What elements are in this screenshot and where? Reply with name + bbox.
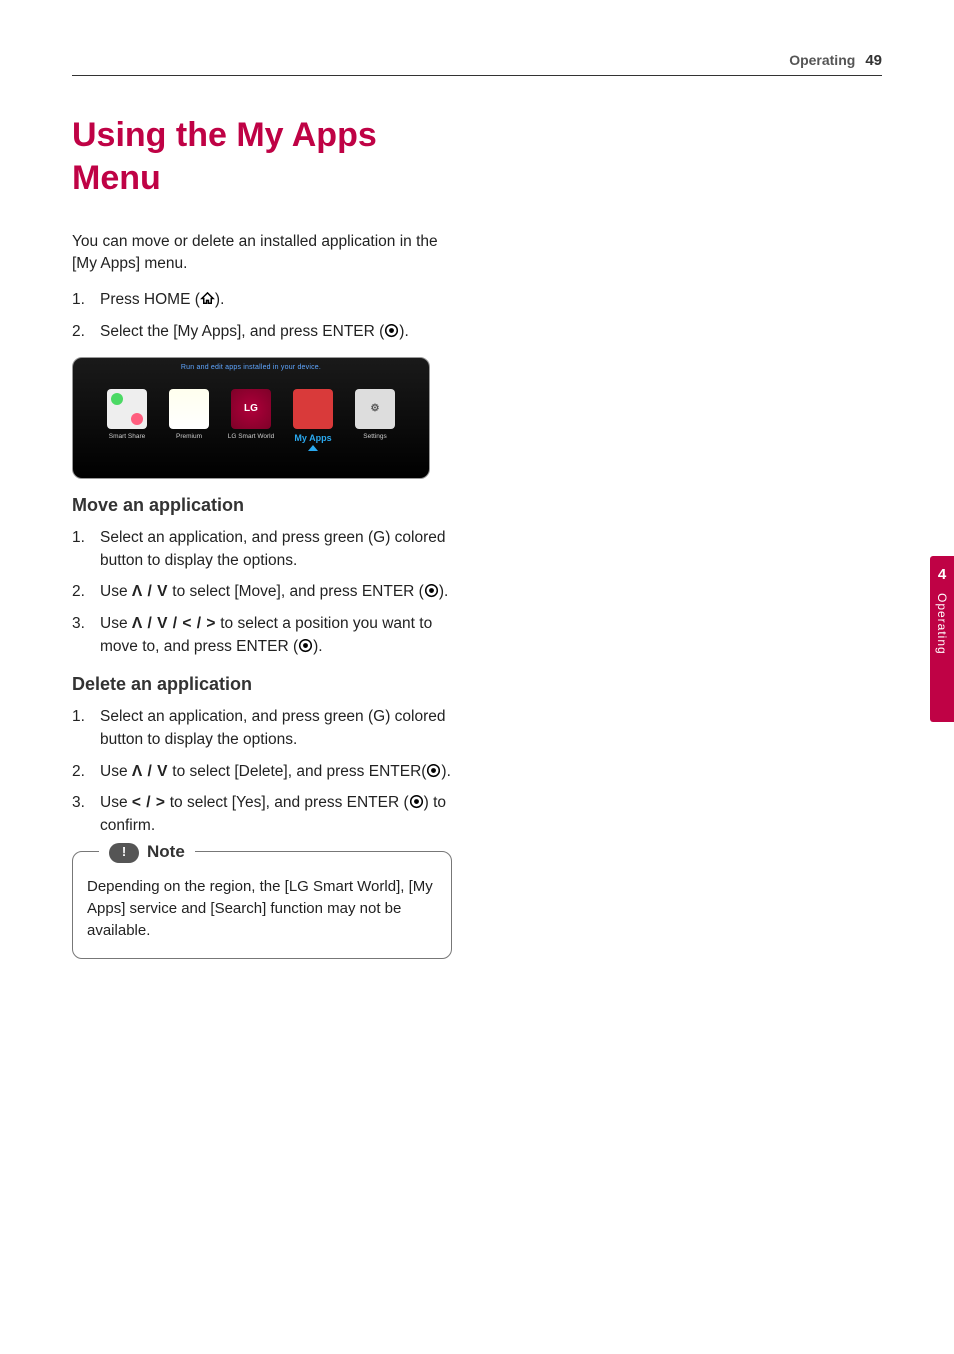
step-text: ).	[313, 638, 322, 655]
tile-label: Smart Share	[101, 433, 153, 440]
tile-label: Settings	[349, 433, 401, 440]
delete-steps: 1. Select an application, and press gree…	[72, 705, 452, 837]
direction-symbols: Λ / V / < / >	[132, 615, 216, 632]
step-number: 2.	[72, 760, 85, 783]
note-tag: ! Note	[99, 840, 195, 865]
step-text: Use	[100, 615, 132, 632]
chapter-number: 4	[938, 566, 946, 583]
tile-label: Premium	[163, 433, 215, 440]
tile-label: My Apps	[287, 433, 339, 443]
list-item: 2. Select the [My Apps], and press ENTER…	[72, 320, 452, 343]
step-number: 1.	[72, 705, 85, 728]
tile-premium: Premium	[163, 389, 215, 451]
step-text: to select [Yes], and press ENTER (	[165, 794, 408, 811]
header-page-number: 49	[865, 52, 882, 69]
list-item: 1. Select an application, and press gree…	[72, 526, 452, 573]
step-text: Use	[100, 794, 132, 811]
page-header: Operating 49	[72, 52, 882, 76]
intro-text: You can move or delete an installed appl…	[72, 231, 452, 274]
note-box: ! Note Depending on the region, the [LG …	[72, 851, 452, 958]
step-number: 3.	[72, 612, 85, 635]
main-column: Using the My Apps Menu You can move or d…	[72, 114, 452, 959]
enter-icon	[426, 763, 441, 778]
screenshot-banner: Run and edit apps installed in your devi…	[73, 364, 429, 371]
step-number: 2.	[72, 580, 85, 603]
step-text: Select the [My Apps], and press ENTER (	[100, 323, 384, 340]
list-item: 2. Use Λ / V to select [Delete], and pre…	[72, 760, 452, 783]
screenshot-tiles: Smart Share Premium LGLG Smart World My …	[73, 389, 429, 451]
enter-icon	[384, 323, 399, 338]
list-item: 1. Press HOME ().	[72, 288, 452, 311]
step-text: ).	[215, 291, 224, 308]
list-item: 1. Select an application, and press gree…	[72, 705, 452, 752]
tile-my-apps: My Apps	[287, 389, 339, 451]
selection-arrow-icon	[308, 445, 318, 451]
step-text: Select an application, and press green (…	[100, 708, 446, 748]
step-number: 3.	[72, 791, 85, 814]
move-heading: Move an application	[72, 495, 452, 516]
page-title: Using the My Apps Menu	[72, 114, 452, 199]
direction-symbols: Λ / V	[132, 763, 168, 780]
delete-heading: Delete an application	[72, 674, 452, 695]
note-body: Depending on the region, the [LG Smart W…	[87, 876, 437, 941]
step-text: ).	[441, 763, 450, 780]
side-chapter-tab: 4 Operating	[930, 556, 954, 722]
note-icon: !	[109, 843, 139, 863]
step-text: Select an application, and press green (…	[100, 529, 446, 569]
step-number: 1.	[72, 288, 85, 311]
tile-label: LG Smart World	[225, 433, 277, 440]
header-section: Operating	[789, 52, 855, 68]
step-text: ).	[399, 323, 408, 340]
home-icon	[200, 291, 215, 306]
list-item: 3. Use < / > to select [Yes], and press …	[72, 791, 452, 838]
tile-smart-share: Smart Share	[101, 389, 153, 451]
move-steps: 1. Select an application, and press gree…	[72, 526, 452, 658]
list-item: 2. Use Λ / V to select [Move], and press…	[72, 580, 452, 603]
step-text: to select [Move], and press ENTER (	[168, 583, 424, 600]
step-text: Press HOME (	[100, 291, 200, 308]
chapter-name: Operating	[935, 593, 949, 655]
tile-settings: ⚙Settings	[349, 389, 401, 451]
step-text: to select [Delete], and press ENTER(	[168, 763, 426, 780]
step-text: ).	[439, 583, 448, 600]
enter-icon	[424, 583, 439, 598]
ui-screenshot: Run and edit apps installed in your devi…	[72, 357, 430, 479]
step-text: Use	[100, 583, 132, 600]
step-number: 1.	[72, 526, 85, 549]
step-text: Use	[100, 763, 132, 780]
enter-icon	[409, 794, 424, 809]
list-item: 3. Use Λ / V / < / > to select a positio…	[72, 612, 452, 659]
direction-symbols: Λ / V	[132, 583, 168, 600]
note-label: Note	[147, 840, 185, 865]
step-number: 2.	[72, 320, 85, 343]
tile-lg-smart-world: LGLG Smart World	[225, 389, 277, 451]
initial-steps: 1. Press HOME (). 2. Select the [My Apps…	[72, 288, 452, 343]
enter-icon	[298, 638, 313, 653]
direction-symbols: < / >	[132, 794, 166, 811]
